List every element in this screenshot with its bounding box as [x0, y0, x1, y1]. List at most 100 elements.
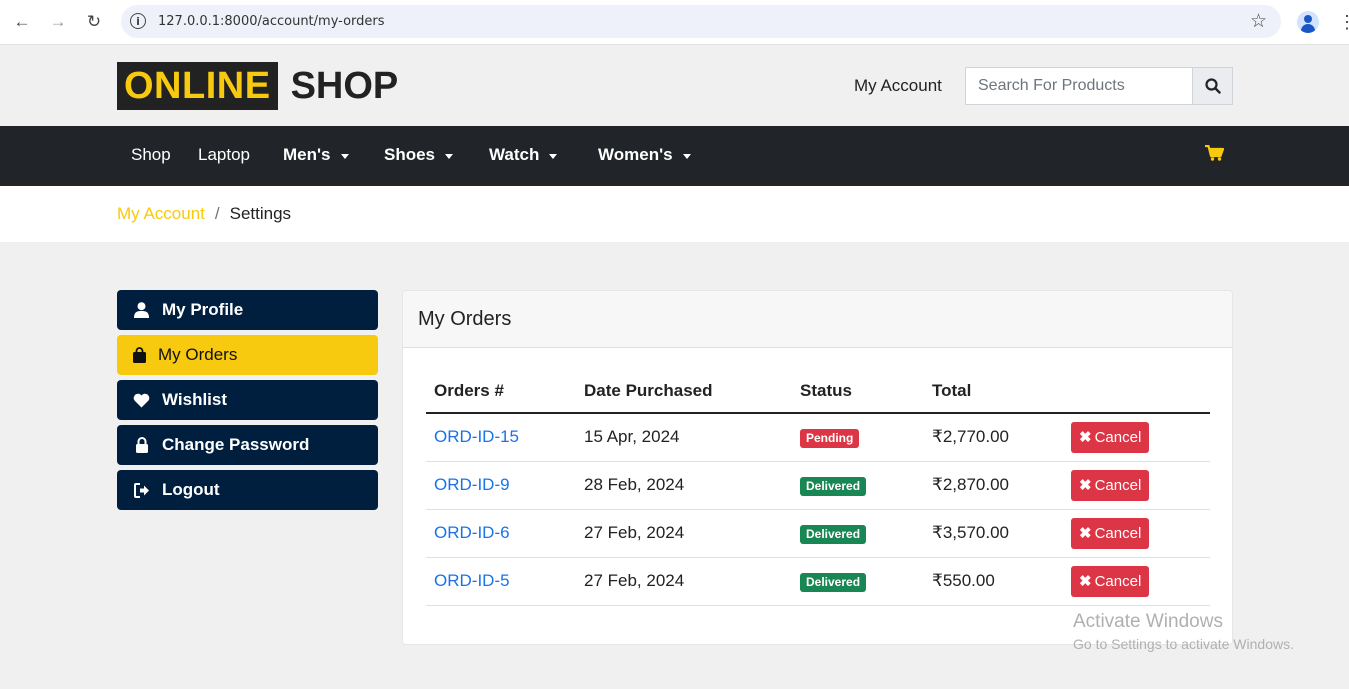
- watermark-subtitle: Go to Settings to activate Windows.: [1073, 636, 1294, 652]
- orders-card: My Orders Orders # Date Purchased Status…: [402, 290, 1233, 645]
- sidebar-item-logout[interactable]: Logout: [117, 470, 378, 510]
- column-header-order: Orders #: [426, 369, 576, 414]
- cancel-label: Cancel: [1094, 572, 1142, 590]
- breadcrumb-bar: My Account / Settings: [0, 186, 1349, 242]
- order-date: 28 Feb, 2024: [576, 461, 792, 510]
- sidebar-item-label: My Orders: [158, 345, 238, 364]
- main-navbar: Shop Laptop Men's Shoes Watch Women's: [0, 126, 1349, 186]
- order-id-link[interactable]: ORD-ID-5: [434, 571, 510, 590]
- column-header-total: Total: [924, 369, 1063, 414]
- caret-down-icon: [445, 153, 454, 159]
- sidebar-item-my-profile[interactable]: My Profile: [117, 290, 378, 330]
- my-account-link[interactable]: My Account: [854, 76, 942, 96]
- sidebar-item-wishlist[interactable]: Wishlist: [117, 380, 378, 420]
- table-row: ORD-ID-15 15 Apr, 2024 Pending ₹2,770.00…: [426, 413, 1210, 462]
- status-badge: Delivered: [800, 572, 867, 592]
- caret-down-icon: [549, 153, 558, 159]
- order-total: ₹550.00: [924, 557, 1063, 606]
- cancel-order-button[interactable]: ✖ Cancel: [1071, 421, 1150, 453]
- cart-icon[interactable]: [1205, 144, 1225, 166]
- cancel-order-button[interactable]: ✖ Cancel: [1071, 469, 1150, 501]
- breadcrumb-separator: /: [214, 204, 220, 223]
- browser-menu-icon[interactable]: ⋮: [1338, 11, 1349, 33]
- caret-down-icon: [340, 153, 349, 159]
- close-icon: ✖: [1079, 477, 1092, 494]
- url-text[interactable]: 127.0.0.1:8000/account/my-orders: [158, 14, 385, 29]
- status-badge: Delivered: [800, 524, 867, 544]
- order-total: ₹2,870.00: [924, 461, 1063, 510]
- nav-item-watch[interactable]: Watch: [489, 145, 558, 165]
- status-badge: Delivered: [800, 476, 867, 496]
- site-logo[interactable]: ONLINE SHOP: [117, 62, 398, 110]
- status-badge: Pending: [800, 428, 860, 448]
- nav-item-shoes[interactable]: Shoes: [384, 145, 454, 165]
- heart-icon: [133, 392, 150, 409]
- column-header-status: Status: [792, 369, 924, 414]
- order-status-cell: Delivered: [792, 509, 924, 558]
- column-header-date: Date Purchased: [576, 369, 792, 414]
- sidebar-item-my-orders[interactable]: My Orders: [117, 335, 378, 375]
- order-action-cell: ✖ Cancel: [1063, 413, 1210, 462]
- breadcrumb-current: Settings: [229, 204, 292, 223]
- search-icon: [1204, 78, 1221, 94]
- bookmark-star-icon[interactable]: ☆: [1250, 10, 1267, 33]
- order-action-cell: ✖ Cancel: [1063, 557, 1210, 606]
- forward-icon[interactable]: →: [47, 11, 69, 33]
- table-row: ORD-ID-9 28 Feb, 2024 Delivered ₹2,870.0…: [426, 461, 1210, 510]
- sidebar-item-change-password[interactable]: Change Password: [117, 425, 378, 465]
- back-icon[interactable]: ←: [11, 11, 33, 33]
- order-total: ₹2,770.00: [924, 413, 1063, 462]
- search-form: [965, 67, 1233, 105]
- column-header-actions: [1063, 369, 1210, 414]
- order-status-cell: Delivered: [792, 461, 924, 510]
- shopping-bag-icon: [131, 347, 148, 364]
- cancel-order-button[interactable]: ✖ Cancel: [1071, 517, 1150, 549]
- table-header-row: Orders # Date Purchased Status Total: [426, 369, 1210, 414]
- page-title: My Orders: [418, 307, 512, 330]
- browser-toolbar: ← → ↻ i 127.0.0.1:8000/account/my-orders…: [0, 0, 1349, 45]
- orders-table: Orders # Date Purchased Status Total ORD…: [426, 369, 1210, 606]
- nav-label: Men's: [283, 145, 331, 164]
- table-row: ORD-ID-5 27 Feb, 2024 Delivered ₹550.00 …: [426, 557, 1210, 606]
- search-button[interactable]: [1192, 67, 1233, 105]
- cancel-label: Cancel: [1094, 524, 1142, 542]
- order-action-cell: ✖ Cancel: [1063, 509, 1210, 558]
- nav-label: Laptop: [198, 145, 250, 164]
- lock-icon: [133, 437, 150, 454]
- order-id-cell: ORD-ID-6: [426, 509, 576, 558]
- reload-icon[interactable]: ↻: [83, 11, 105, 33]
- order-status-cell: Delivered: [792, 557, 924, 606]
- profile-avatar-icon[interactable]: [1297, 11, 1319, 33]
- nav-item-laptop[interactable]: Laptop: [198, 145, 250, 165]
- nav-item-shop[interactable]: Shop: [131, 145, 171, 165]
- order-id-link[interactable]: ORD-ID-15: [434, 427, 519, 446]
- nav-item-womens[interactable]: Women's: [598, 145, 691, 165]
- watermark-title: Activate Windows: [1073, 611, 1223, 632]
- cancel-order-button[interactable]: ✖ Cancel: [1071, 565, 1150, 597]
- order-action-cell: ✖ Cancel: [1063, 461, 1210, 510]
- orders-card-header: My Orders: [403, 291, 1232, 348]
- order-id-cell: ORD-ID-5: [426, 557, 576, 606]
- order-date: 27 Feb, 2024: [576, 557, 792, 606]
- cancel-label: Cancel: [1094, 428, 1142, 446]
- order-id-link[interactable]: ORD-ID-6: [434, 523, 510, 542]
- sidebar-item-label: Wishlist: [162, 390, 228, 409]
- nav-label: Shop: [131, 145, 171, 164]
- order-id-cell: ORD-ID-9: [426, 461, 576, 510]
- nav-label: Women's: [598, 145, 673, 164]
- sidebar-item-label: My Profile: [162, 300, 244, 319]
- order-date: 15 Apr, 2024: [576, 413, 792, 462]
- site-info-icon[interactable]: i: [130, 13, 146, 29]
- address-bar[interactable]: i 127.0.0.1:8000/account/my-orders ☆: [121, 5, 1281, 38]
- close-icon: ✖: [1079, 573, 1092, 590]
- logo-text: SHOP: [290, 65, 399, 107]
- sidebar-item-label: Logout: [162, 480, 220, 499]
- nav-label: Shoes: [384, 145, 436, 164]
- order-total: ₹3,570.00: [924, 509, 1063, 558]
- user-icon: [133, 302, 150, 319]
- search-input[interactable]: [965, 67, 1192, 105]
- order-id-link[interactable]: ORD-ID-9: [434, 475, 510, 494]
- order-date: 27 Feb, 2024: [576, 509, 792, 558]
- nav-item-mens[interactable]: Men's: [283, 145, 349, 165]
- breadcrumb-my-account[interactable]: My Account: [117, 204, 205, 224]
